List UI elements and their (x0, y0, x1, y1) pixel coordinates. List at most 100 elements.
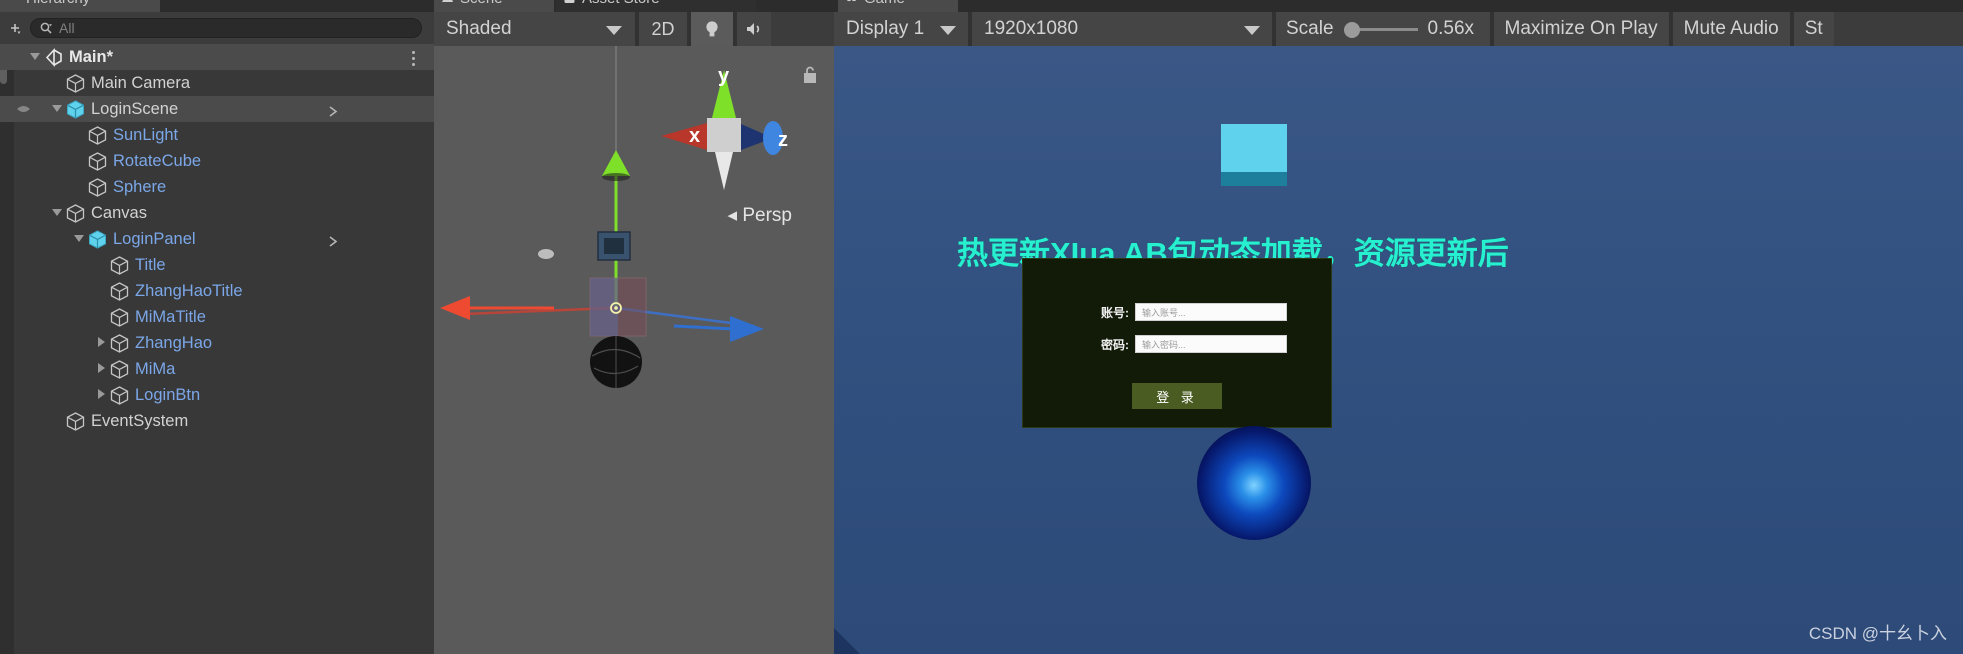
hierarchy-panel: All Main* Main Camera LoginScene SunLight Ro… (0, 12, 434, 654)
hierarchy-item-label: RotateCube (113, 151, 202, 170)
gameobject-icon (65, 411, 86, 432)
search-input[interactable]: All (30, 18, 422, 38)
login-panel: 账号: 输入账号... 密码: 输入密码... 登 录 (1022, 258, 1332, 428)
hierarchy-item-sphere[interactable]: Sphere (0, 174, 434, 200)
search-input-text: All (59, 20, 75, 36)
hierarchy-item-label: ZhangHaoTitle (135, 281, 243, 300)
tab-strip: Hierarchy Scene Asset Store Game (0, 0, 1963, 12)
stats-button[interactable]: St (1793, 12, 1834, 46)
resolution-dropdown[interactable]: 1920x1080 (972, 12, 1272, 46)
hierarchy-item-menu-button[interactable] (406, 48, 420, 66)
game-canvas[interactable]: 热更新XIua AB包动态加载，资源更新后 账号: 输入账号... 密码: 输入… (834, 46, 1963, 654)
hierarchy-item-loginbtn[interactable]: LoginBtn (0, 382, 434, 408)
gameobject-icon (87, 151, 108, 172)
scene-audio-toggle[interactable] (737, 12, 771, 46)
scale-value: 0.56x (1427, 18, 1475, 39)
scale-control[interactable]: Scale 0.56x (1276, 12, 1490, 46)
hierarchy-item-sunlight[interactable]: SunLight (0, 122, 434, 148)
prefab-open-arrow-icon[interactable] (329, 234, 338, 252)
gameobject-icon (109, 307, 130, 328)
expand-toggle[interactable] (28, 44, 43, 70)
draw-mode-dropdown[interactable]: Shaded (434, 12, 635, 46)
search-icon (40, 22, 52, 34)
tab-asset-store[interactable]: Asset Store (556, 0, 756, 12)
hierarchy-item-loginscene[interactable]: LoginScene (0, 96, 434, 122)
scale-slider-track (1351, 28, 1418, 31)
expand-toggle[interactable] (50, 96, 65, 122)
scale-slider-knob[interactable] (1343, 22, 1360, 38)
hierarchy-item-title[interactable]: Title (0, 252, 434, 278)
expand-toggle[interactable] (94, 382, 109, 408)
hierarchy-item-mima[interactable]: MiMa (0, 356, 434, 382)
axis-z-label: z (778, 129, 788, 151)
twisty-spacer (50, 70, 65, 96)
toggle-2d-button[interactable]: 2D (639, 12, 687, 46)
gameobject-icon (88, 151, 107, 171)
hierarchy-item-mimatitle[interactable]: MiMaTitle (0, 304, 434, 330)
scene-lighting-toggle[interactable] (691, 12, 733, 46)
plus-icon (11, 24, 21, 34)
hierarchy-item-rotatecube[interactable]: RotateCube (0, 148, 434, 174)
twisty-spacer (94, 278, 109, 304)
axis-y-label: y (718, 65, 730, 87)
draw-mode-value: Shaded (446, 18, 512, 39)
expand-toggle[interactable] (72, 226, 87, 252)
tab-hierarchy[interactable]: Hierarchy (0, 0, 160, 12)
prefab-open-arrow-icon[interactable] (329, 104, 338, 122)
twisty-spacer (72, 148, 87, 174)
expand-toggle[interactable] (50, 200, 65, 226)
persp-arrow-icon: ◂ (727, 205, 738, 226)
scene-projection-label[interactable]: ◂ Persp (728, 204, 792, 227)
hierarchy-item-maincamera[interactable]: Main Camera (0, 70, 434, 96)
maximize-on-play-button[interactable]: Maximize On Play (1493, 12, 1669, 46)
hierarchy-item-main[interactable]: Main* (0, 44, 434, 70)
twisty-spacer (72, 122, 87, 148)
chevron-down-icon (940, 26, 956, 35)
hierarchy-item-loginpanel[interactable]: LoginPanel (0, 226, 434, 252)
gameobject-icon (66, 203, 85, 223)
tab-scene[interactable]: Scene (434, 0, 554, 12)
scale-label: Scale (1286, 18, 1334, 39)
tab-game[interactable]: Game (838, 0, 958, 12)
prefab-icon (65, 99, 86, 120)
display-dropdown[interactable]: Display 1 (834, 12, 968, 46)
hierarchy-toolbar: All (0, 12, 434, 44)
asset-store-icon (564, 0, 575, 3)
scene-canvas[interactable]: x y z ◂ Persp (434, 46, 834, 654)
account-input[interactable]: 输入账号... (1135, 303, 1287, 321)
hierarchy-item-label: MiMa (135, 359, 176, 378)
hierarchy-item-zhanghaotitle[interactable]: ZhangHaoTitle (0, 278, 434, 304)
unity-scene-icon (43, 47, 64, 68)
add-gameobject-button[interactable] (0, 12, 30, 44)
hierarchy-icon (7, 0, 20, 5)
gameobject-icon (109, 255, 130, 276)
password-input[interactable]: 输入密码... (1135, 335, 1287, 353)
cube-top-face (1221, 124, 1287, 172)
hierarchy-item-eventsystem[interactable]: EventSystem (0, 408, 434, 434)
gameobject-icon (110, 281, 129, 301)
gameobject-icon (109, 359, 130, 380)
hierarchy-item-label: EventSystem (91, 411, 189, 430)
hierarchy-item-canvas[interactable]: Canvas (0, 200, 434, 226)
hierarchy-item-label: Canvas (91, 203, 147, 222)
hierarchy-item-zhanghao[interactable]: ZhangHao (0, 330, 434, 356)
axis-x-label: x (689, 125, 700, 147)
prefab-icon (87, 229, 108, 250)
toggle-2d-label: 2D (651, 18, 675, 39)
scene-view: Shaded 2D x y z ◂ Persp (434, 12, 834, 654)
prefab-icon (67, 99, 84, 119)
gameobject-icon (110, 255, 129, 275)
game-icon (846, 0, 857, 2)
lock-open-icon[interactable] (802, 66, 818, 84)
gameobject-icon (66, 73, 85, 93)
scene-orientation-gizmo[interactable]: x y z (649, 60, 799, 210)
expand-toggle[interactable] (94, 356, 109, 382)
login-button[interactable]: 登 录 (1132, 383, 1222, 409)
mute-audio-button[interactable]: Mute Audio (1672, 12, 1790, 46)
hierarchy-tree[interactable]: Main* Main Camera LoginScene SunLight Rotate… (0, 44, 434, 654)
expand-toggle[interactable] (94, 330, 109, 356)
visibility-eye-icon[interactable] (16, 102, 31, 116)
corner-fold-decoration (834, 628, 860, 654)
scale-slider[interactable] (1342, 12, 1420, 46)
tab-asset-store-label: Asset Store (582, 0, 660, 7)
